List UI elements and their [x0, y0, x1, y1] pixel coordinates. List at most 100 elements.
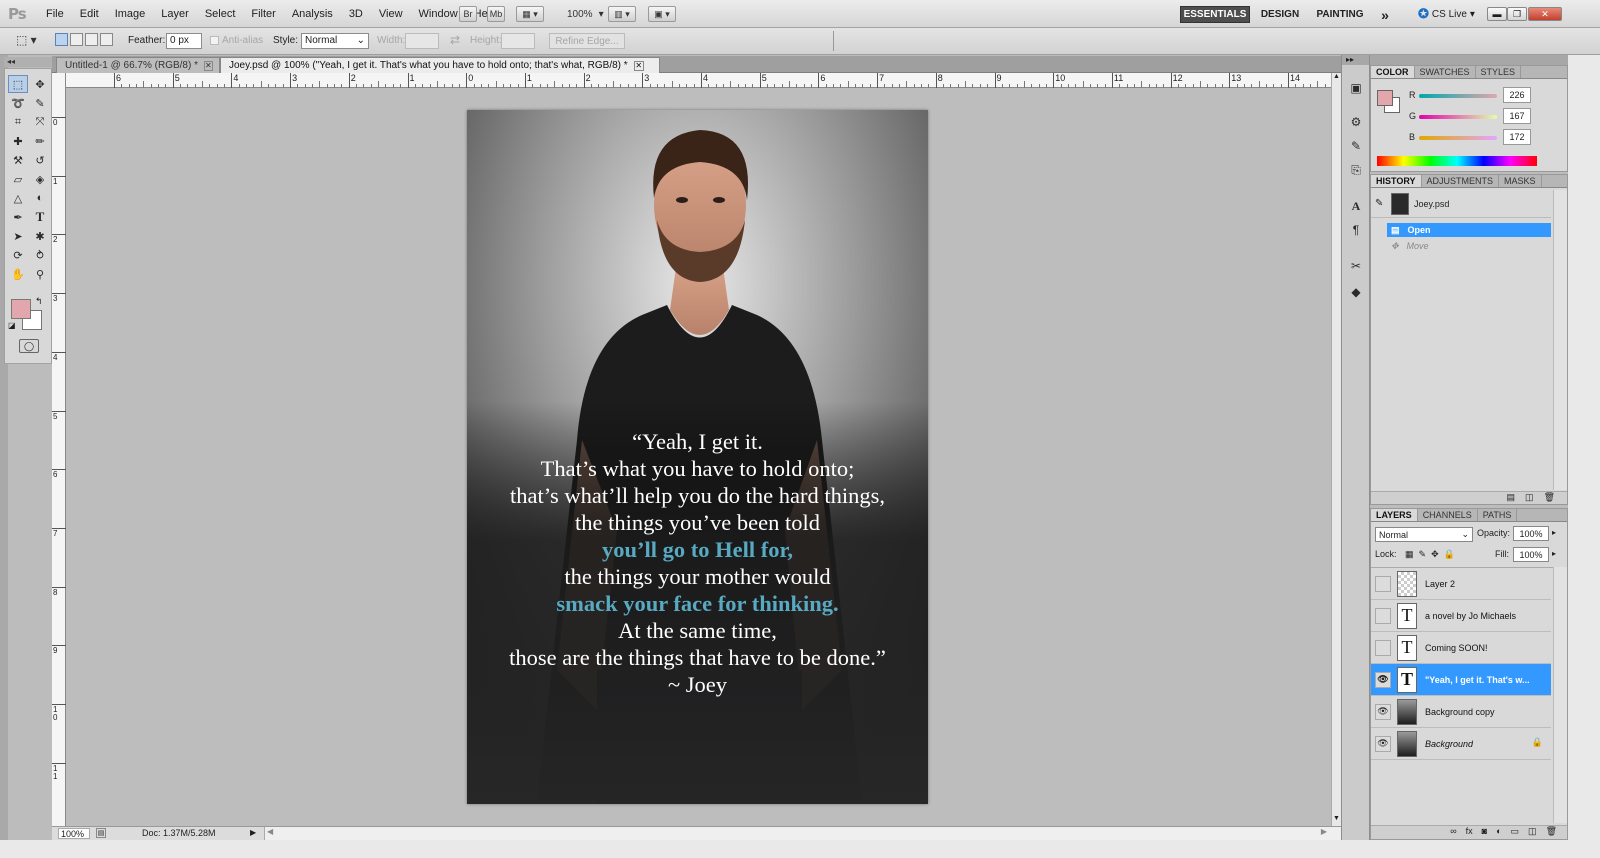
history-brush-tool-icon[interactable]: ↺: [30, 151, 50, 169]
tab-history[interactable]: HISTORY: [1371, 175, 1422, 187]
workspace-more[interactable]: »: [1376, 6, 1394, 23]
tab-masks[interactable]: MASKS: [1499, 175, 1542, 187]
trash-icon[interactable]: 🗑: [1546, 826, 1557, 839]
add-mask-icon[interactable]: ◙: [1482, 826, 1487, 839]
workspace-design[interactable]: DESIGN: [1258, 6, 1302, 23]
tab-styles[interactable]: STYLES: [1476, 66, 1522, 78]
height-input[interactable]: [501, 33, 535, 49]
screen-mode-button[interactable]: ▣ ▾: [648, 6, 676, 22]
eye-icon[interactable]: 👁: [1375, 735, 1391, 752]
lock-transparency-icon[interactable]: ▦: [1405, 549, 1414, 560]
menu-layer[interactable]: Layer: [153, 8, 197, 20]
path-selection-tool-icon[interactable]: ➤: [8, 227, 28, 245]
3d-orbit-tool-icon[interactable]: ⥁: [30, 246, 50, 264]
tools-header[interactable]: ◂◂: [4, 57, 52, 67]
close-tab-icon[interactable]: ✕: [633, 60, 644, 71]
shape-tool-icon[interactable]: ✱: [30, 227, 50, 245]
horizontal-ruler[interactable]: 6 5 4 3 2 1 0 1 2 3 4 5 6 7 8 9 10 11 12 13 14: [66, 73, 1341, 88]
mini-bridge-icon[interactable]: ▣: [1347, 79, 1365, 97]
document-canvas[interactable]: “Yeah, I get it. That’s what you have to …: [467, 110, 928, 804]
adjustment-layer-icon[interactable]: ◐: [1496, 826, 1501, 839]
menu-3d[interactable]: 3D: [341, 8, 371, 20]
3d-rotate-tool-icon[interactable]: ⟳: [8, 246, 28, 264]
history-brush-source-icon[interactable]: ✎: [1375, 198, 1389, 209]
history-item-open[interactable]: ▤ Open: [1387, 223, 1551, 237]
workspace-painting[interactable]: PAINTING: [1313, 6, 1367, 23]
clone-source-icon[interactable]: ⎘: [1347, 161, 1365, 179]
menu-edit[interactable]: Edit: [72, 8, 107, 20]
eye-icon[interactable]: 👁: [1375, 671, 1391, 688]
layers-scrollbar[interactable]: [1553, 567, 1567, 823]
brush-tool-icon[interactable]: ✏: [30, 132, 50, 150]
tab-joey-psd[interactable]: Joey.psd @ 100% ("Yeah, I get it. That's…: [220, 57, 660, 73]
lock-pixels-icon[interactable]: ✎: [1419, 549, 1427, 560]
arrange-documents-button[interactable]: ▥ ▾: [608, 6, 636, 22]
r-slider[interactable]: [1419, 94, 1497, 98]
tab-channels[interactable]: CHANNELS: [1418, 509, 1478, 521]
horizontal-scrollbar[interactable]: ◀ ▶: [264, 827, 1341, 840]
crop-tool-icon[interactable]: ⌗: [8, 113, 28, 131]
intersect-selection-icon[interactable]: [100, 33, 113, 46]
new-selection-icon[interactable]: [55, 33, 68, 46]
scroll-left-icon[interactable]: ◀: [267, 827, 273, 836]
tab-paths[interactable]: PATHS: [1478, 509, 1518, 521]
status-zoom-field[interactable]: 100%: [58, 828, 90, 839]
scroll-right-icon[interactable]: ▶: [1321, 827, 1327, 836]
menu-select[interactable]: Select: [197, 8, 244, 20]
eye-hidden-icon[interactable]: [1375, 575, 1391, 592]
foreground-color-swatch[interactable]: [11, 299, 31, 319]
layer-style-icon[interactable]: fx: [1466, 826, 1473, 839]
width-input[interactable]: [405, 33, 439, 49]
layer-row[interactable]: Ta novel by Jo Michaels: [1371, 600, 1551, 632]
style-select[interactable]: Normal ⌄: [301, 33, 369, 49]
status-menu-arrow-icon[interactable]: ▶: [250, 828, 256, 837]
pen-tool-icon[interactable]: ✒: [8, 208, 28, 226]
clone-stamp-tool-icon[interactable]: ⚒: [8, 151, 28, 169]
history-item-move[interactable]: ✥ Move: [1387, 239, 1551, 253]
layer-row[interactable]: 👁 Background copy: [1371, 696, 1551, 728]
eraser-tool-icon[interactable]: ▱: [8, 170, 28, 188]
menu-filter[interactable]: Filter: [243, 8, 283, 20]
adjust-icon[interactable]: ⚙: [1347, 113, 1365, 131]
color-fg-swatch[interactable]: [1377, 90, 1393, 106]
lock-position-icon[interactable]: ✥: [1431, 549, 1439, 560]
layer-row[interactable]: Layer 2: [1371, 568, 1551, 600]
eye-hidden-icon[interactable]: [1375, 639, 1391, 656]
restore-button[interactable]: ❐: [1507, 7, 1527, 21]
lasso-tool-icon[interactable]: ➰: [8, 94, 28, 112]
tool-presets-icon[interactable]: ✂: [1347, 257, 1365, 275]
layer-row[interactable]: 👁 T "Yeah, I get it. That's w...: [1371, 664, 1551, 696]
menu-image[interactable]: Image: [107, 8, 154, 20]
strip-header[interactable]: ▸▸: [1342, 55, 1369, 65]
fill-input[interactable]: 100%: [1513, 547, 1549, 562]
refine-edge-button[interactable]: Refine Edge...: [549, 33, 625, 49]
eyedropper-tool-icon[interactable]: ⤧: [30, 113, 50, 131]
history-scrollbar[interactable]: [1553, 190, 1567, 490]
fill-arrow-icon[interactable]: ▸: [1552, 549, 1556, 558]
subtract-selection-icon[interactable]: [85, 33, 98, 46]
history-snapshot[interactable]: ✎ Joey.psd: [1371, 190, 1551, 218]
minibridge-button[interactable]: Mb: [487, 6, 505, 22]
swap-dimensions-icon[interactable]: ⇄: [450, 33, 460, 47]
scroll-up-icon[interactable]: ▲: [1333, 73, 1340, 80]
marquee-tool-icon[interactable]: ⬚: [8, 75, 28, 93]
blend-mode-select[interactable]: Normal ⌄: [1375, 527, 1473, 542]
menu-window[interactable]: Window: [411, 8, 466, 20]
dodge-tool-icon[interactable]: ◐: [30, 189, 50, 207]
zoom-tool-icon[interactable]: ⚲: [30, 265, 50, 283]
healing-brush-tool-icon[interactable]: ✚: [8, 132, 28, 150]
color-spectrum-ramp[interactable]: [1377, 156, 1537, 166]
bridge-button[interactable]: Br: [459, 6, 477, 22]
link-layers-icon[interactable]: ∞: [1450, 826, 1456, 839]
close-tab-icon[interactable]: ✕: [203, 60, 213, 71]
quick-mask-icon[interactable]: ◯: [19, 339, 39, 353]
layer-row[interactable]: T Coming SOON!: [1371, 632, 1551, 664]
new-group-icon[interactable]: ▭: [1511, 826, 1520, 839]
lock-all-icon[interactable]: 🔒: [1444, 549, 1455, 560]
scroll-down-icon[interactable]: ▼: [1333, 815, 1340, 822]
menu-file[interactable]: File: [38, 8, 72, 20]
quick-select-tool-icon[interactable]: ✎: [30, 94, 50, 112]
swap-colors-icon[interactable]: ↰: [35, 296, 43, 307]
new-layer-icon[interactable]: ◫: [1528, 826, 1537, 839]
workspace-essentials[interactable]: ESSENTIALS: [1180, 6, 1250, 23]
